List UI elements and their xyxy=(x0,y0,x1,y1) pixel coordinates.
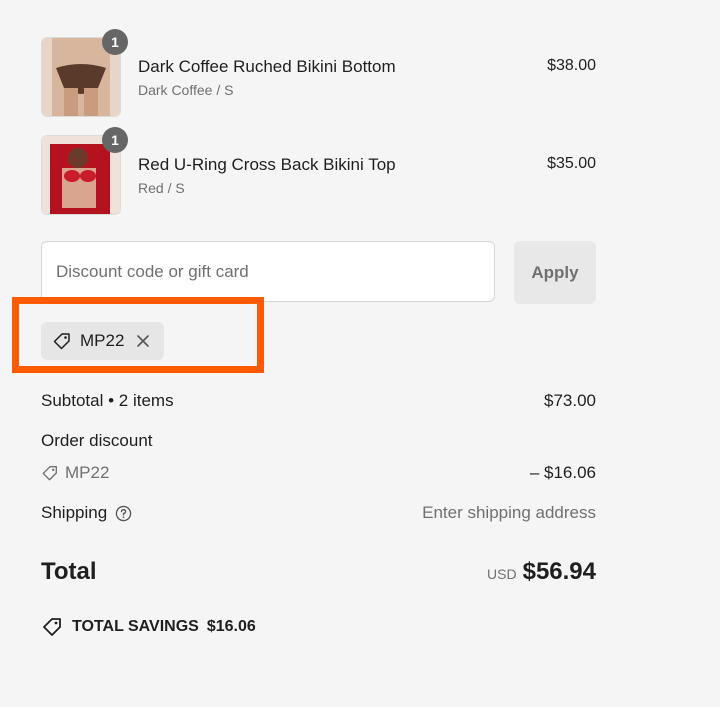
savings-label: TOTAL SAVINGS xyxy=(72,618,199,635)
help-circle-icon[interactable] xyxy=(115,505,132,522)
total-row: Total USD $56.94 xyxy=(41,558,596,586)
product-variant: Dark Coffee / S xyxy=(138,82,234,98)
shipping-label: Shipping xyxy=(41,503,108,522)
line-item: 1 Dark Coffee Ruched Bikini Bottom Dark … xyxy=(41,29,596,117)
product-price: $35.00 xyxy=(547,155,596,172)
shipping-row: Shipping Enter shipping address xyxy=(41,503,596,523)
product-variant: Red / S xyxy=(138,180,185,196)
tag-icon xyxy=(42,466,57,481)
order-discount-value: – $16.06 xyxy=(529,463,596,482)
total-label: Total xyxy=(41,558,97,585)
total-value: $56.94 xyxy=(522,558,596,585)
apply-discount-button[interactable]: Apply xyxy=(514,241,596,304)
order-discount-label: Order discount xyxy=(41,431,153,450)
savings-tag-icon xyxy=(43,618,61,636)
subtotal-label: Subtotal • 2 items xyxy=(41,391,174,410)
discount-code-input[interactable] xyxy=(41,241,495,302)
highlight-box xyxy=(12,297,264,373)
order-discount-code: MP22 xyxy=(65,463,110,482)
line-item: 1 Red U-Ring Cross Back Bikini Top Red /… xyxy=(41,127,596,215)
product-title: Dark Coffee Ruched Bikini Bottom xyxy=(138,57,396,76)
order-discount-code-row: MP22 – $16.06 xyxy=(41,463,596,487)
subtotal-value: $73.00 xyxy=(544,391,596,410)
total-savings: TOTAL SAVINGS $16.06 xyxy=(41,616,256,638)
shipping-value: Enter shipping address xyxy=(422,503,596,522)
subtotal-row: Subtotal • 2 items $73.00 xyxy=(41,391,596,411)
order-discount-row: Order discount xyxy=(41,431,596,451)
savings-value: $16.06 xyxy=(206,618,256,635)
quantity-badge: 1 xyxy=(102,127,128,153)
quantity-badge: 1 xyxy=(102,29,128,55)
product-title: Red U-Ring Cross Back Bikini Top xyxy=(138,155,396,174)
currency-code: USD xyxy=(487,566,517,582)
product-price: $38.00 xyxy=(547,57,596,74)
